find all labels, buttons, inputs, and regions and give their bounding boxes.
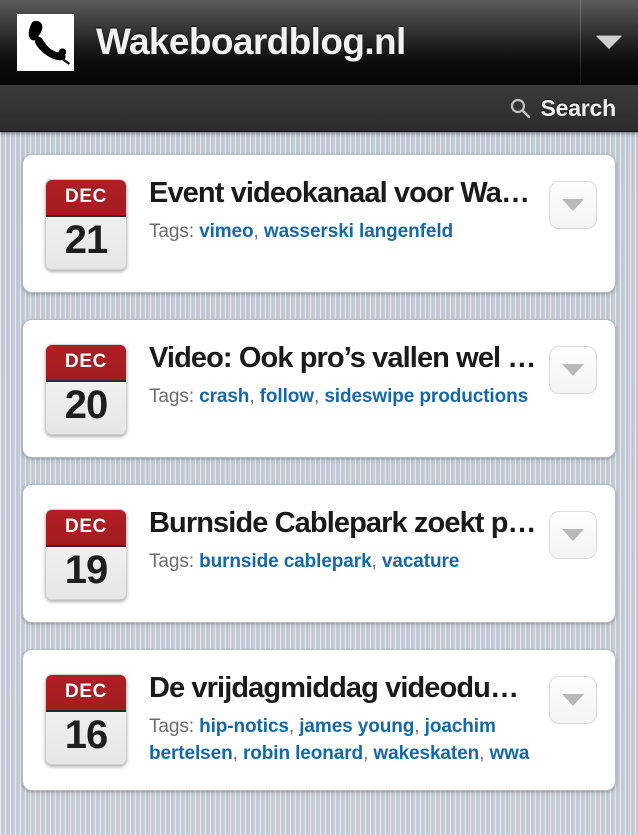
tag-separator: , (253, 221, 264, 243)
post-menu-button[interactable] (549, 346, 597, 394)
post-title[interactable]: Burnside Cablepark zoekt p… (149, 507, 539, 539)
date-badge-month: DEC (46, 180, 126, 217)
tags-label: Tags: (149, 386, 194, 408)
post-tags: Tags: burnside cablepark, vacature (149, 549, 539, 576)
search-icon (509, 97, 531, 119)
post-tags: Tags: hip-notics, james young, joachim b… (149, 714, 539, 768)
date-badge-month: DEC (46, 345, 126, 382)
page-title: Wakeboardblog.nl (96, 21, 406, 62)
tags-label: Tags: (149, 716, 194, 738)
post-tag-link[interactable]: crash (199, 386, 249, 407)
date-badge-day: 16 (46, 712, 126, 764)
post-title[interactable]: Event videokanaal voor Was… (149, 177, 539, 209)
tag-separator: , (479, 743, 490, 765)
tags-label: Tags: (149, 551, 194, 573)
chevron-down-icon (562, 199, 584, 211)
chevron-down-icon (596, 36, 622, 49)
date-badge: DEC 16 (45, 674, 127, 765)
post-card[interactable]: DEC 21 Event videokanaal voor Was… Tags: vi… (22, 154, 616, 293)
tag-separator: , (414, 716, 425, 738)
date-badge-day: 20 (46, 382, 126, 434)
tag-separator: , (288, 716, 300, 738)
post-tags: Tags: vimeo, wasserski langenfeld (149, 219, 539, 246)
post-tag-link[interactable]: vimeo (199, 221, 254, 242)
post-body: Event videokanaal voor Was… Tags: vimeo, … (127, 177, 549, 246)
site-logo[interactable] (17, 13, 74, 71)
post-menu-button[interactable] (549, 181, 597, 229)
post-card[interactable]: DEC 19 Burnside Cablepark zoekt p… Tags: bu… (22, 484, 616, 623)
post-tag-link[interactable]: wasserski langenfeld (264, 221, 453, 242)
date-badge: DEC 19 (45, 509, 127, 600)
date-badge-day: 19 (46, 547, 126, 599)
post-tag-link[interactable]: follow (260, 386, 314, 407)
tag-separator: , (363, 743, 374, 765)
date-badge: DEC 20 (45, 344, 127, 435)
chevron-down-icon (562, 529, 584, 541)
post-menu-button[interactable] (549, 511, 597, 559)
post-tag-link[interactable]: burnside cablepark (199, 551, 372, 572)
post-tag-link[interactable]: robin leonard (243, 743, 363, 764)
post-tags: Tags: crash, follow, sideswipe productio… (149, 384, 539, 411)
post-list: DEC 21 Event videokanaal voor Was… Tags: vi… (0, 132, 638, 792)
tag-separator: , (232, 743, 243, 765)
chevron-down-icon (562, 694, 584, 706)
wakeboarder-silhouette-logo-icon (28, 20, 71, 65)
post-tag-link[interactable]: wwa (489, 743, 529, 764)
chevron-down-icon (562, 364, 584, 376)
date-badge-month: DEC (46, 675, 126, 712)
post-title[interactable]: Video: Ook pro’s vallen wel … (149, 342, 539, 374)
post-menu-button[interactable] (549, 676, 597, 724)
post-tag-link[interactable]: hip-notics (199, 716, 289, 737)
post-tag-link[interactable]: vacature (382, 551, 459, 572)
post-card[interactable]: DEC 16 De vrijdagmiddag videodum… Tags: hip… (22, 649, 616, 792)
date-badge-day: 21 (46, 217, 126, 269)
header-menu-button[interactable] (580, 0, 638, 85)
post-tag-link[interactable]: james young (299, 716, 414, 737)
post-title[interactable]: De vrijdagmiddag videodum… (149, 672, 539, 704)
post-tag-link[interactable]: sideswipe productions (324, 386, 528, 407)
search-label: Search (540, 94, 616, 121)
post-body: Video: Ook pro’s vallen wel … Tags: crash… (127, 342, 549, 411)
tags-label: Tags: (149, 221, 194, 243)
tag-separator: , (249, 386, 260, 408)
post-card[interactable]: DEC 20 Video: Ook pro’s vallen wel … Tags: … (22, 319, 616, 458)
post-tag-link[interactable]: wakeskaten (373, 743, 479, 764)
search-bar[interactable]: Search (0, 85, 638, 132)
tag-separator: , (313, 386, 325, 408)
site-header: Wakeboardblog.nl (0, 0, 638, 85)
date-badge-month: DEC (46, 510, 126, 547)
post-body: Burnside Cablepark zoekt p… Tags: burnsid… (127, 507, 549, 576)
post-body: De vrijdagmiddag videodum… Tags: hip-noti… (127, 672, 549, 768)
date-badge: DEC 21 (45, 179, 127, 270)
tag-separator: , (371, 551, 382, 573)
